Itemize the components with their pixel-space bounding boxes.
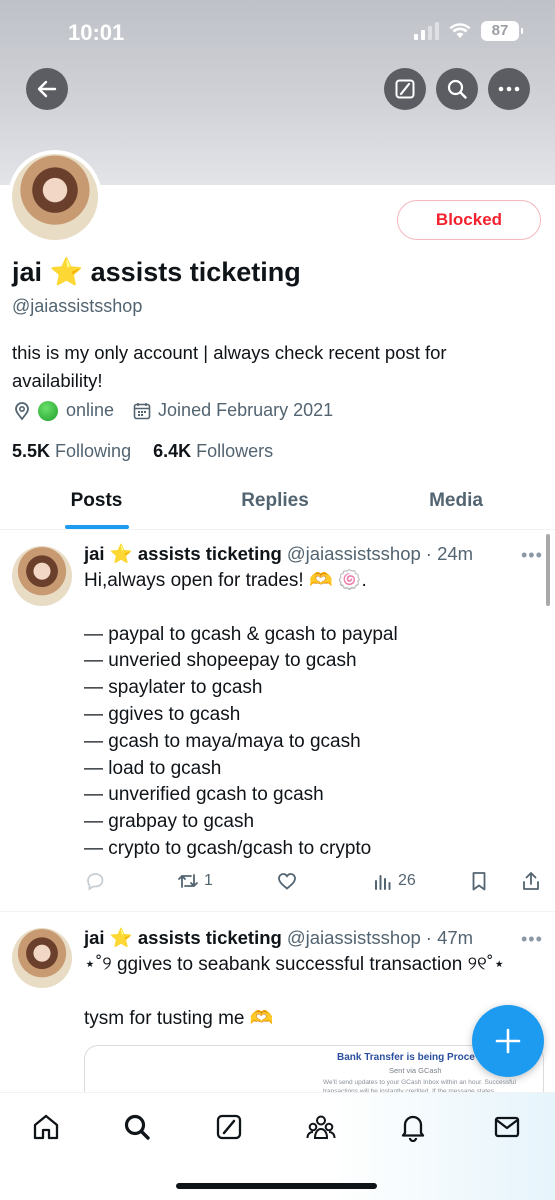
- communities-icon: [306, 1115, 336, 1139]
- tweet-line: Hi,always open for trades! 🫶 🍥.: [84, 570, 367, 591]
- tweet-avatar[interactable]: [12, 928, 72, 988]
- tweet-divider: [0, 911, 555, 912]
- tweet-header: jai ⭐ assists ticketing @jaiassistsshop …: [84, 927, 473, 949]
- profile-display-name: jai ⭐ assists ticketing: [12, 257, 301, 287]
- grok-icon: [395, 79, 415, 99]
- tweet-avatar[interactable]: [12, 546, 72, 606]
- tweet-line: — load to gcash: [84, 757, 222, 779]
- views-count: 26: [398, 872, 416, 889]
- location-icon: [15, 401, 29, 420]
- nav-notifications[interactable]: [397, 1111, 429, 1143]
- embed-text-line: We'll send updates to your GCash Inbox w…: [323, 1079, 516, 1086]
- tweet-more-icon[interactable]: •••: [521, 545, 543, 566]
- retweet-button[interactable]: 1: [176, 870, 213, 892]
- wifi-icon: [449, 23, 471, 38]
- plus-icon: [495, 1028, 521, 1054]
- scrollbar[interactable]: [546, 534, 550, 606]
- tweet-text: ⋆˚୨ ggives to seabank successful transac…: [84, 952, 505, 1032]
- profile-location: online: [66, 400, 115, 420]
- more-icon: [498, 86, 520, 92]
- followers-label: Followers: [196, 441, 274, 461]
- retweet-icon: [178, 874, 198, 888]
- messages-icon: [494, 1116, 520, 1138]
- status-icons: 87: [414, 21, 523, 41]
- following-count: 5.5K: [12, 441, 51, 461]
- profile-bio: this is my only account | always check r…: [12, 342, 447, 391]
- nav-search[interactable]: [121, 1111, 153, 1143]
- calendar-icon: [133, 402, 151, 419]
- bookmark-icon: [472, 872, 486, 891]
- tweet-line: [84, 979, 505, 1006]
- notifications-icon: [401, 1115, 425, 1142]
- like-button[interactable]: [276, 870, 298, 892]
- tweet-line: [84, 595, 398, 622]
- tweet-line: — gcash to maya/maya to gcash: [84, 730, 361, 752]
- grok-icon: [216, 1114, 242, 1140]
- nav-messages[interactable]: [491, 1111, 523, 1143]
- tab-replies[interactable]: Replies: [193, 474, 357, 529]
- nav-grok[interactable]: [213, 1111, 245, 1143]
- tweet-header: jai ⭐ assists ticketing @jaiassistsshop …: [84, 543, 473, 565]
- profile-avatar[interactable]: [8, 150, 102, 244]
- bookmark-button[interactable]: [468, 870, 490, 892]
- tweet-author-name[interactable]: jai ⭐ assists ticketing: [84, 543, 282, 565]
- search-button[interactable]: [436, 68, 478, 110]
- home-icon: [33, 1114, 59, 1140]
- home-indicator[interactable]: [176, 1183, 377, 1189]
- tweet-line: — unverified gcash to gcash: [84, 784, 324, 806]
- back-button[interactable]: [26, 68, 68, 110]
- followers-link[interactable]: 6.4K Followers: [153, 441, 273, 462]
- tweet-line: ⋆˚୨ ggives to seabank successful transac…: [84, 954, 506, 975]
- tweet-line: — grabpay to gcash: [84, 811, 255, 833]
- profile-joined: Joined February 2021: [158, 400, 334, 420]
- tweet-author-name[interactable]: jai ⭐ assists ticketing: [84, 927, 282, 949]
- follow-stats: 5.5K Following 6.4K Followers: [12, 441, 273, 462]
- more-options-button[interactable]: [488, 68, 530, 110]
- tweet-line: — paypal to gcash & gcash to paypal: [84, 623, 398, 645]
- tweet-more-icon[interactable]: •••: [521, 929, 543, 950]
- followers-count: 6.4K: [153, 441, 192, 461]
- search-icon: [447, 79, 467, 99]
- reply-button[interactable]: [84, 870, 106, 892]
- reply-icon: [87, 873, 104, 891]
- profile-meta: online Joined February 2021: [12, 400, 333, 421]
- tweet-line: — crypto to gcash/gcash to crypto: [84, 837, 372, 859]
- status-time: 10:01: [68, 20, 125, 45]
- share-button[interactable]: [520, 870, 542, 892]
- embed-title: Bank Transfer is being Proce: [337, 1052, 475, 1063]
- search-icon: [124, 1114, 150, 1140]
- following-link[interactable]: 5.5K Following: [12, 441, 131, 462]
- tab-posts[interactable]: Posts: [0, 474, 193, 529]
- grok-button[interactable]: [384, 68, 426, 110]
- tweet-time[interactable]: · 47m: [426, 927, 473, 949]
- share-icon: [523, 872, 539, 890]
- nav-home[interactable]: [30, 1111, 62, 1143]
- tweet-line: — spaylater to gcash: [84, 677, 263, 699]
- retweet-count: 1: [204, 872, 213, 889]
- compose-button[interactable]: [472, 1005, 544, 1077]
- tweet-author-handle[interactable]: @jaiassistsshop: [287, 543, 421, 565]
- profile-tabs: Posts Replies Media: [0, 474, 555, 530]
- back-arrow-icon: [37, 80, 57, 98]
- tweet-time[interactable]: · 24m: [426, 543, 473, 565]
- tweet-actions: 1 26: [84, 870, 544, 898]
- views-button[interactable]: 26: [372, 870, 416, 892]
- nav-communities[interactable]: [305, 1111, 337, 1143]
- signal-icon: [414, 22, 439, 40]
- green-circle-emoji: [38, 400, 58, 421]
- tweet-line: tysm for tusting me 🫶: [84, 1007, 274, 1029]
- embed-subtitle: Sent via GCash: [389, 1066, 442, 1075]
- blocked-button[interactable]: Blocked: [397, 200, 541, 240]
- heart-icon: [278, 873, 296, 890]
- tab-media[interactable]: Media: [357, 474, 555, 529]
- views-icon: [375, 875, 391, 890]
- tweet-line: — unveried shopeepay to gcash: [84, 650, 357, 672]
- battery-indicator: 87: [481, 21, 523, 41]
- tweet-author-handle[interactable]: @jaiassistsshop: [287, 927, 421, 949]
- following-label: Following: [55, 441, 132, 461]
- tweet-line: — ggives to gcash: [84, 703, 241, 725]
- tweet-text: Hi,always open for trades! 🫶 🍥. — paypal…: [84, 568, 398, 863]
- profile-handle: @jaiassistsshop: [12, 296, 143, 316]
